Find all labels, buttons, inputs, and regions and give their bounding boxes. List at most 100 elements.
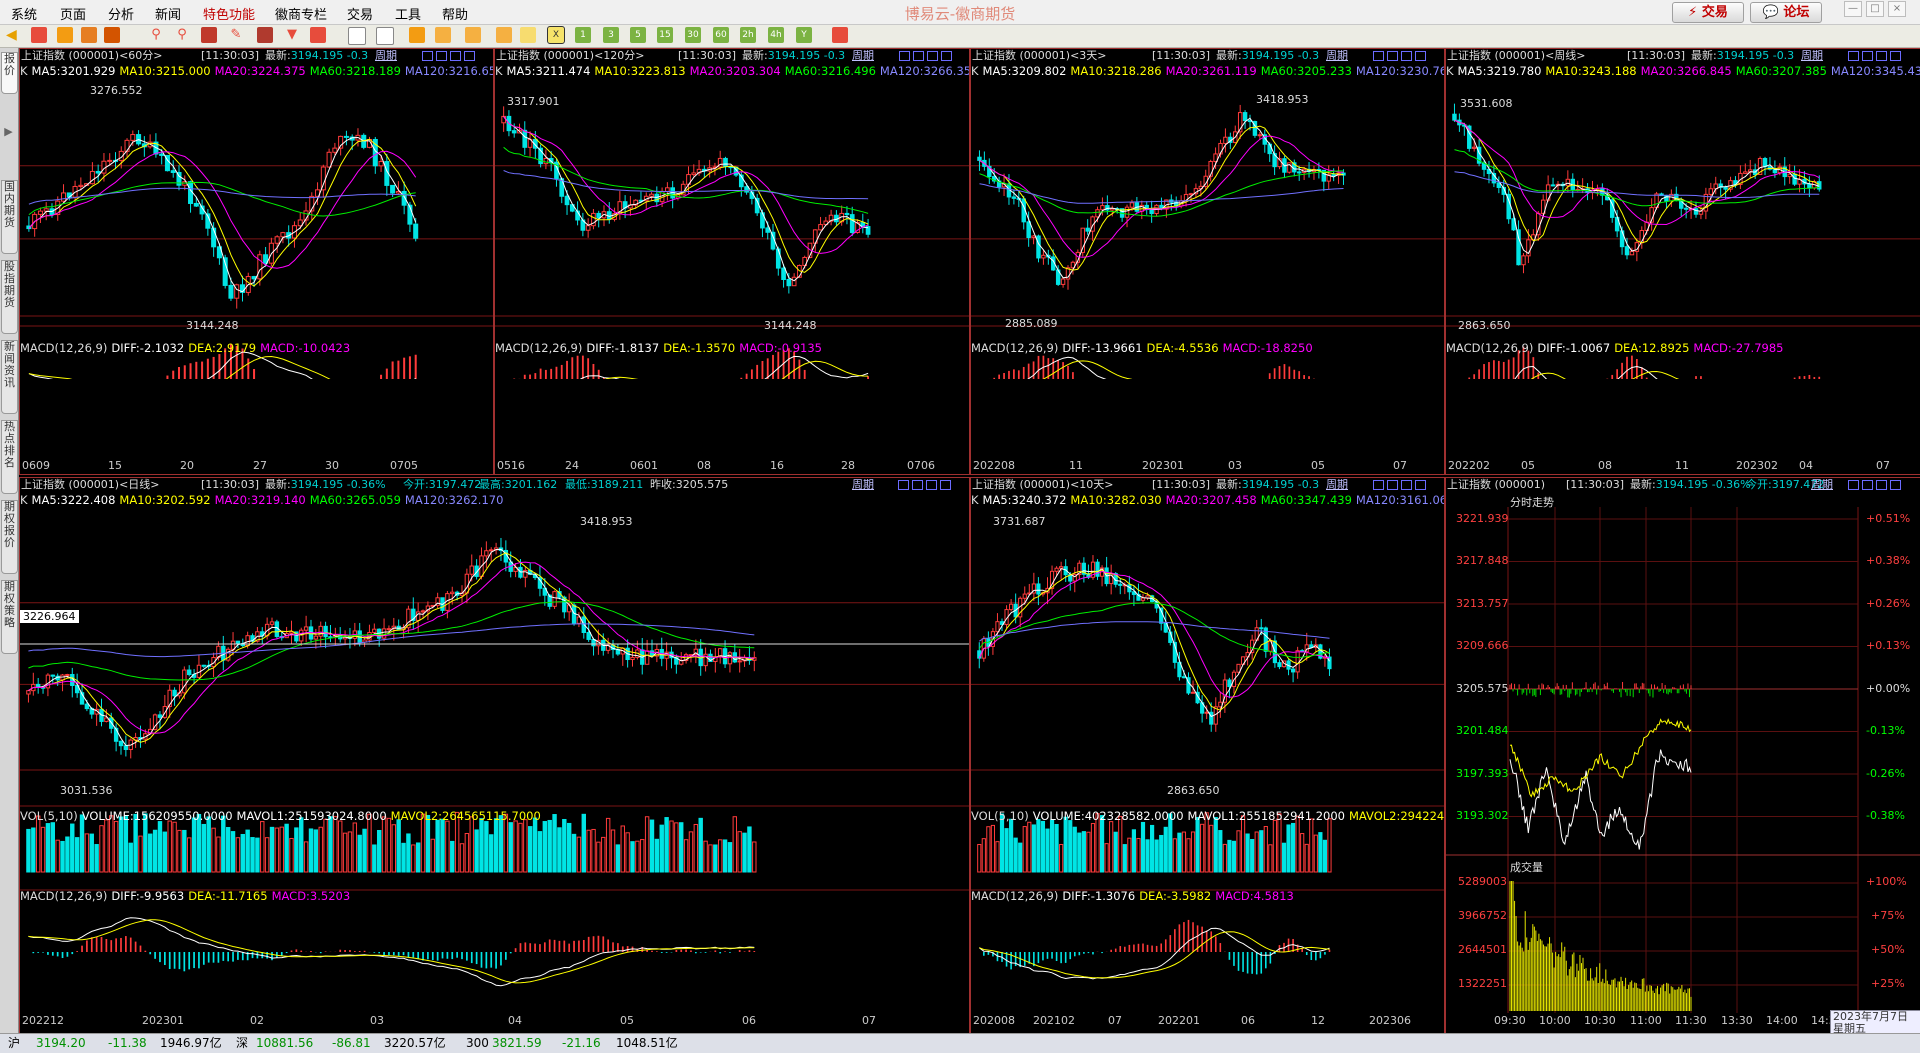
period-button[interactable]: 周期 [375,49,397,63]
sidebar-tab-option-quotes[interactable]: 期权报价 [1,500,18,574]
period-button[interactable]: 周期 [1811,478,1833,492]
period-5min-button[interactable]: 5 [630,27,646,43]
sidebar-tab-domestic-futures[interactable]: 国内期货 [1,180,18,254]
window-maximize-icon[interactable] [940,480,951,490]
menu-column[interactable]: 徽商专栏 [275,4,327,23]
window-split-icon[interactable] [927,51,938,61]
calendar-week-icon[interactable] [465,27,481,43]
calendar-month-icon[interactable] [496,27,512,43]
trade-button[interactable]: ⚡ 交易 [1672,2,1744,23]
kline-chart[interactable] [495,79,969,379]
window-restore-icon[interactable] [422,51,433,61]
period-4h-button[interactable]: 4h [768,27,784,43]
back-icon[interactable]: ◀ [6,27,22,43]
kline-chart[interactable] [20,508,969,1033]
window-restore-icon[interactable] [1848,51,1859,61]
chart-icon[interactable] [376,27,394,45]
window-split-icon[interactable] [450,51,461,61]
forum-button[interactable]: 💬 论坛 [1750,2,1822,23]
maximize-icon[interactable]: □ [1866,1,1884,17]
period-60min-button[interactable]: 60 [713,27,729,43]
window-split-icon[interactable] [1401,51,1412,61]
chart-panel-3day[interactable]: 上证指数 (000001)<3天> [11:30:03] 最新:3194.195… [970,48,1445,475]
kline-chart[interactable] [971,508,1444,1033]
search-icon[interactable]: ⚲ [148,27,164,43]
draw-icon[interactable]: ✎ [228,27,244,43]
chart-panel-weekly[interactable]: 上证指数 (000001)<周线> [11:30:03] 最新:3194.195… [1445,48,1920,475]
menu-analysis[interactable]: 分析 [108,4,134,23]
menu-news[interactable]: 新闻 [155,4,181,23]
window-split-icon[interactable] [912,480,923,490]
multi-window-icon[interactable] [201,27,217,43]
chart-panel-10day[interactable]: 上证指数 (000001)<10天> [11:30:03] 最新:3194.19… [970,477,1445,1034]
window-restore-icon[interactable] [1373,480,1384,490]
window-split-icon[interactable] [926,480,937,490]
news-icon[interactable] [81,27,97,43]
sidebar-tab-option-strategy[interactable]: 期权策略 [1,580,18,654]
sidebar-tab-quotes[interactable]: 报价 [1,52,18,94]
period-button[interactable]: 周期 [1326,49,1348,63]
list-icon[interactable] [348,27,366,45]
sidebar-arrow-icon[interactable]: ▶ [1,126,16,138]
intraday-panel[interactable]: 上证指数 (000001) [11:30:03] 最新:3194.195 -0.… [1445,477,1920,1034]
grid-icon[interactable] [409,27,425,43]
intraday-chart[interactable] [1446,493,1920,1033]
window-restore-icon[interactable] [899,51,910,61]
menu-help[interactable]: 帮助 [442,4,468,23]
calculator-icon[interactable] [832,27,848,43]
menu-system[interactable]: 系统 [11,4,37,23]
window-split-icon[interactable] [1387,480,1398,490]
indicator-icon[interactable] [310,27,326,43]
window-split-icon[interactable] [436,51,447,61]
alert-icon[interactable] [257,27,273,43]
period-button[interactable]: 周期 [852,478,874,492]
board-icon[interactable] [104,27,120,43]
window-maximize-icon[interactable] [1890,480,1901,490]
home-icon[interactable] [31,27,47,43]
period-3min-button[interactable]: 3 [603,27,619,43]
star-icon[interactable] [520,27,536,43]
period-15min-button[interactable]: 15 [657,27,673,43]
window-split-icon[interactable] [1876,480,1887,490]
period-year-button[interactable]: Y [796,27,812,43]
window-split-icon[interactable] [1876,51,1887,61]
filter-icon[interactable]: ▼ [284,27,300,43]
window-split-icon[interactable] [913,51,924,61]
period-button[interactable]: 周期 [1326,478,1348,492]
window-restore-icon[interactable] [1848,480,1859,490]
sidebar-tab-hot-ranking[interactable]: 热点排名 [1,420,18,494]
window-maximize-icon[interactable] [1415,480,1426,490]
window-restore-icon[interactable] [898,480,909,490]
window-maximize-icon[interactable] [941,51,952,61]
kline-chart[interactable] [971,79,1444,379]
menu-page[interactable]: 页面 [60,4,86,23]
sidebar-tab-news[interactable]: 新闻资讯 [1,340,18,414]
window-split-icon[interactable] [1401,480,1412,490]
minimize-icon[interactable]: — [1844,1,1862,17]
window-maximize-icon[interactable] [1890,51,1901,61]
chart-panel-60min[interactable]: 上证指数 (000001)<60分> [11:30:03] 最新:3194.19… [19,48,494,475]
sidebar-tab-index-futures[interactable]: 股指期货 [1,260,18,334]
window-maximize-icon[interactable] [1415,51,1426,61]
watchlist-icon[interactable] [57,27,73,43]
period-30min-button[interactable]: 30 [685,27,701,43]
menu-features[interactable]: 特色功能 [203,4,255,23]
kline-chart[interactable] [1446,79,1920,379]
period-2h-button[interactable]: 2h [740,27,756,43]
menu-trade[interactable]: 交易 [347,4,373,23]
period-selected-button[interactable]: X [547,26,565,44]
window-split-icon[interactable] [1862,480,1873,490]
kline-chart[interactable] [20,79,493,379]
period-button[interactable]: 周期 [1801,49,1823,63]
close-icon[interactable]: × [1888,1,1906,17]
calendar-icon[interactable] [435,27,451,43]
chart-panel-120min[interactable]: 上证指数 (000001)<120分> [11:30:03] 最新:3194.1… [494,48,970,475]
window-split-icon[interactable] [1387,51,1398,61]
zoom-icon[interactable]: ⚲ [174,27,190,43]
menu-tools[interactable]: 工具 [395,4,421,23]
window-maximize-icon[interactable] [464,51,475,61]
window-split-icon[interactable] [1862,51,1873,61]
period-1min-button[interactable]: 1 [575,27,591,43]
chart-panel-daily[interactable]: 上证指数 (000001)<日线> [11:30:03] 最新:3194.195… [19,477,970,1034]
window-restore-icon[interactable] [1373,51,1384,61]
